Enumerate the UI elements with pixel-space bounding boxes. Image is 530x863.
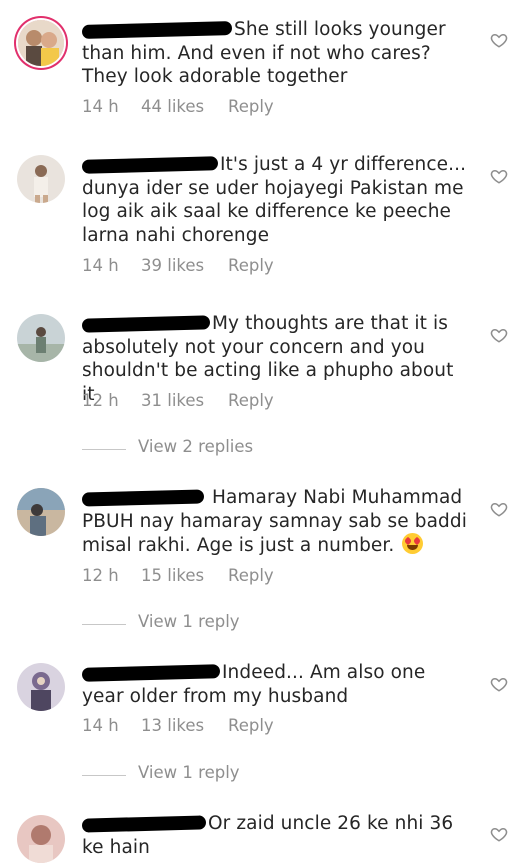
divider-line: [82, 775, 126, 776]
heart-outline-icon[interactable]: [490, 825, 508, 843]
view-replies-button[interactable]: View 1 reply: [82, 612, 382, 636]
heart-outline-icon[interactable]: [490, 675, 508, 693]
comment-likes[interactable]: 15 likes: [141, 566, 204, 585]
username-redaction: [81, 664, 221, 682]
reply-button[interactable]: Reply: [228, 566, 274, 585]
comment-body: Hamaray Nabi Muhammad: [211, 487, 463, 508]
reply-button[interactable]: Reply: [228, 256, 274, 275]
avatar[interactable]: [18, 20, 64, 66]
reply-button[interactable]: Reply: [228, 97, 274, 116]
view-replies-button[interactable]: View 2 replies: [82, 437, 382, 461]
comment-likes[interactable]: 44 likes: [141, 97, 204, 116]
view-replies-button[interactable]: View 1 reply: [82, 763, 382, 787]
comment-time: 14 h: [82, 256, 119, 275]
username-redaction: [81, 315, 211, 333]
comment-text: Hamaray Nabi Muhammad PBUH nay hamaray s…: [81, 486, 467, 558]
heart-outline-icon[interactable]: [490, 326, 508, 344]
avatar[interactable]: [17, 155, 65, 203]
username-redaction: [81, 156, 219, 174]
comment-time: 12 h: [82, 566, 119, 585]
heart-eyes-emoji: [402, 533, 424, 554]
comment-time: 12 h: [82, 391, 119, 410]
avatar[interactable]: [17, 815, 65, 863]
username-redaction: [81, 489, 205, 507]
comment-likes[interactable]: 31 likes: [141, 391, 204, 410]
comment-text: My thoughts are that it is absolutely no…: [81, 312, 467, 406]
divider-line: [82, 449, 126, 450]
heart-outline-icon[interactable]: [490, 167, 508, 185]
comment-time: 14 h: [82, 716, 119, 735]
reply-button[interactable]: Reply: [228, 716, 274, 735]
comment-text: She still looks younger than him. And ev…: [81, 18, 467, 89]
comment-text: Indeed... Am also one year older from my…: [81, 661, 467, 708]
avatar[interactable]: [17, 663, 65, 711]
username-redaction: [81, 21, 233, 39]
view-replies-label[interactable]: View 2 replies: [138, 437, 253, 456]
comment-time: 14 h: [82, 97, 119, 116]
comment-likes[interactable]: 13 likes: [141, 716, 204, 735]
comment-text: Or zaid uncle 26 ke nhi 36 ke hain: [81, 812, 467, 859]
view-replies-label[interactable]: View 1 reply: [138, 763, 240, 782]
view-replies-label[interactable]: View 1 reply: [138, 612, 240, 631]
avatar[interactable]: [17, 314, 65, 362]
heart-outline-icon[interactable]: [490, 500, 508, 518]
comment-likes[interactable]: 39 likes: [141, 256, 204, 275]
comment-text: It's just a 4 yr difference... dunya ide…: [81, 153, 467, 247]
avatar[interactable]: [17, 488, 65, 536]
username-redaction: [81, 815, 207, 833]
reply-button[interactable]: Reply: [228, 391, 274, 410]
divider-line: [82, 624, 126, 625]
heart-outline-icon[interactable]: [490, 31, 508, 49]
